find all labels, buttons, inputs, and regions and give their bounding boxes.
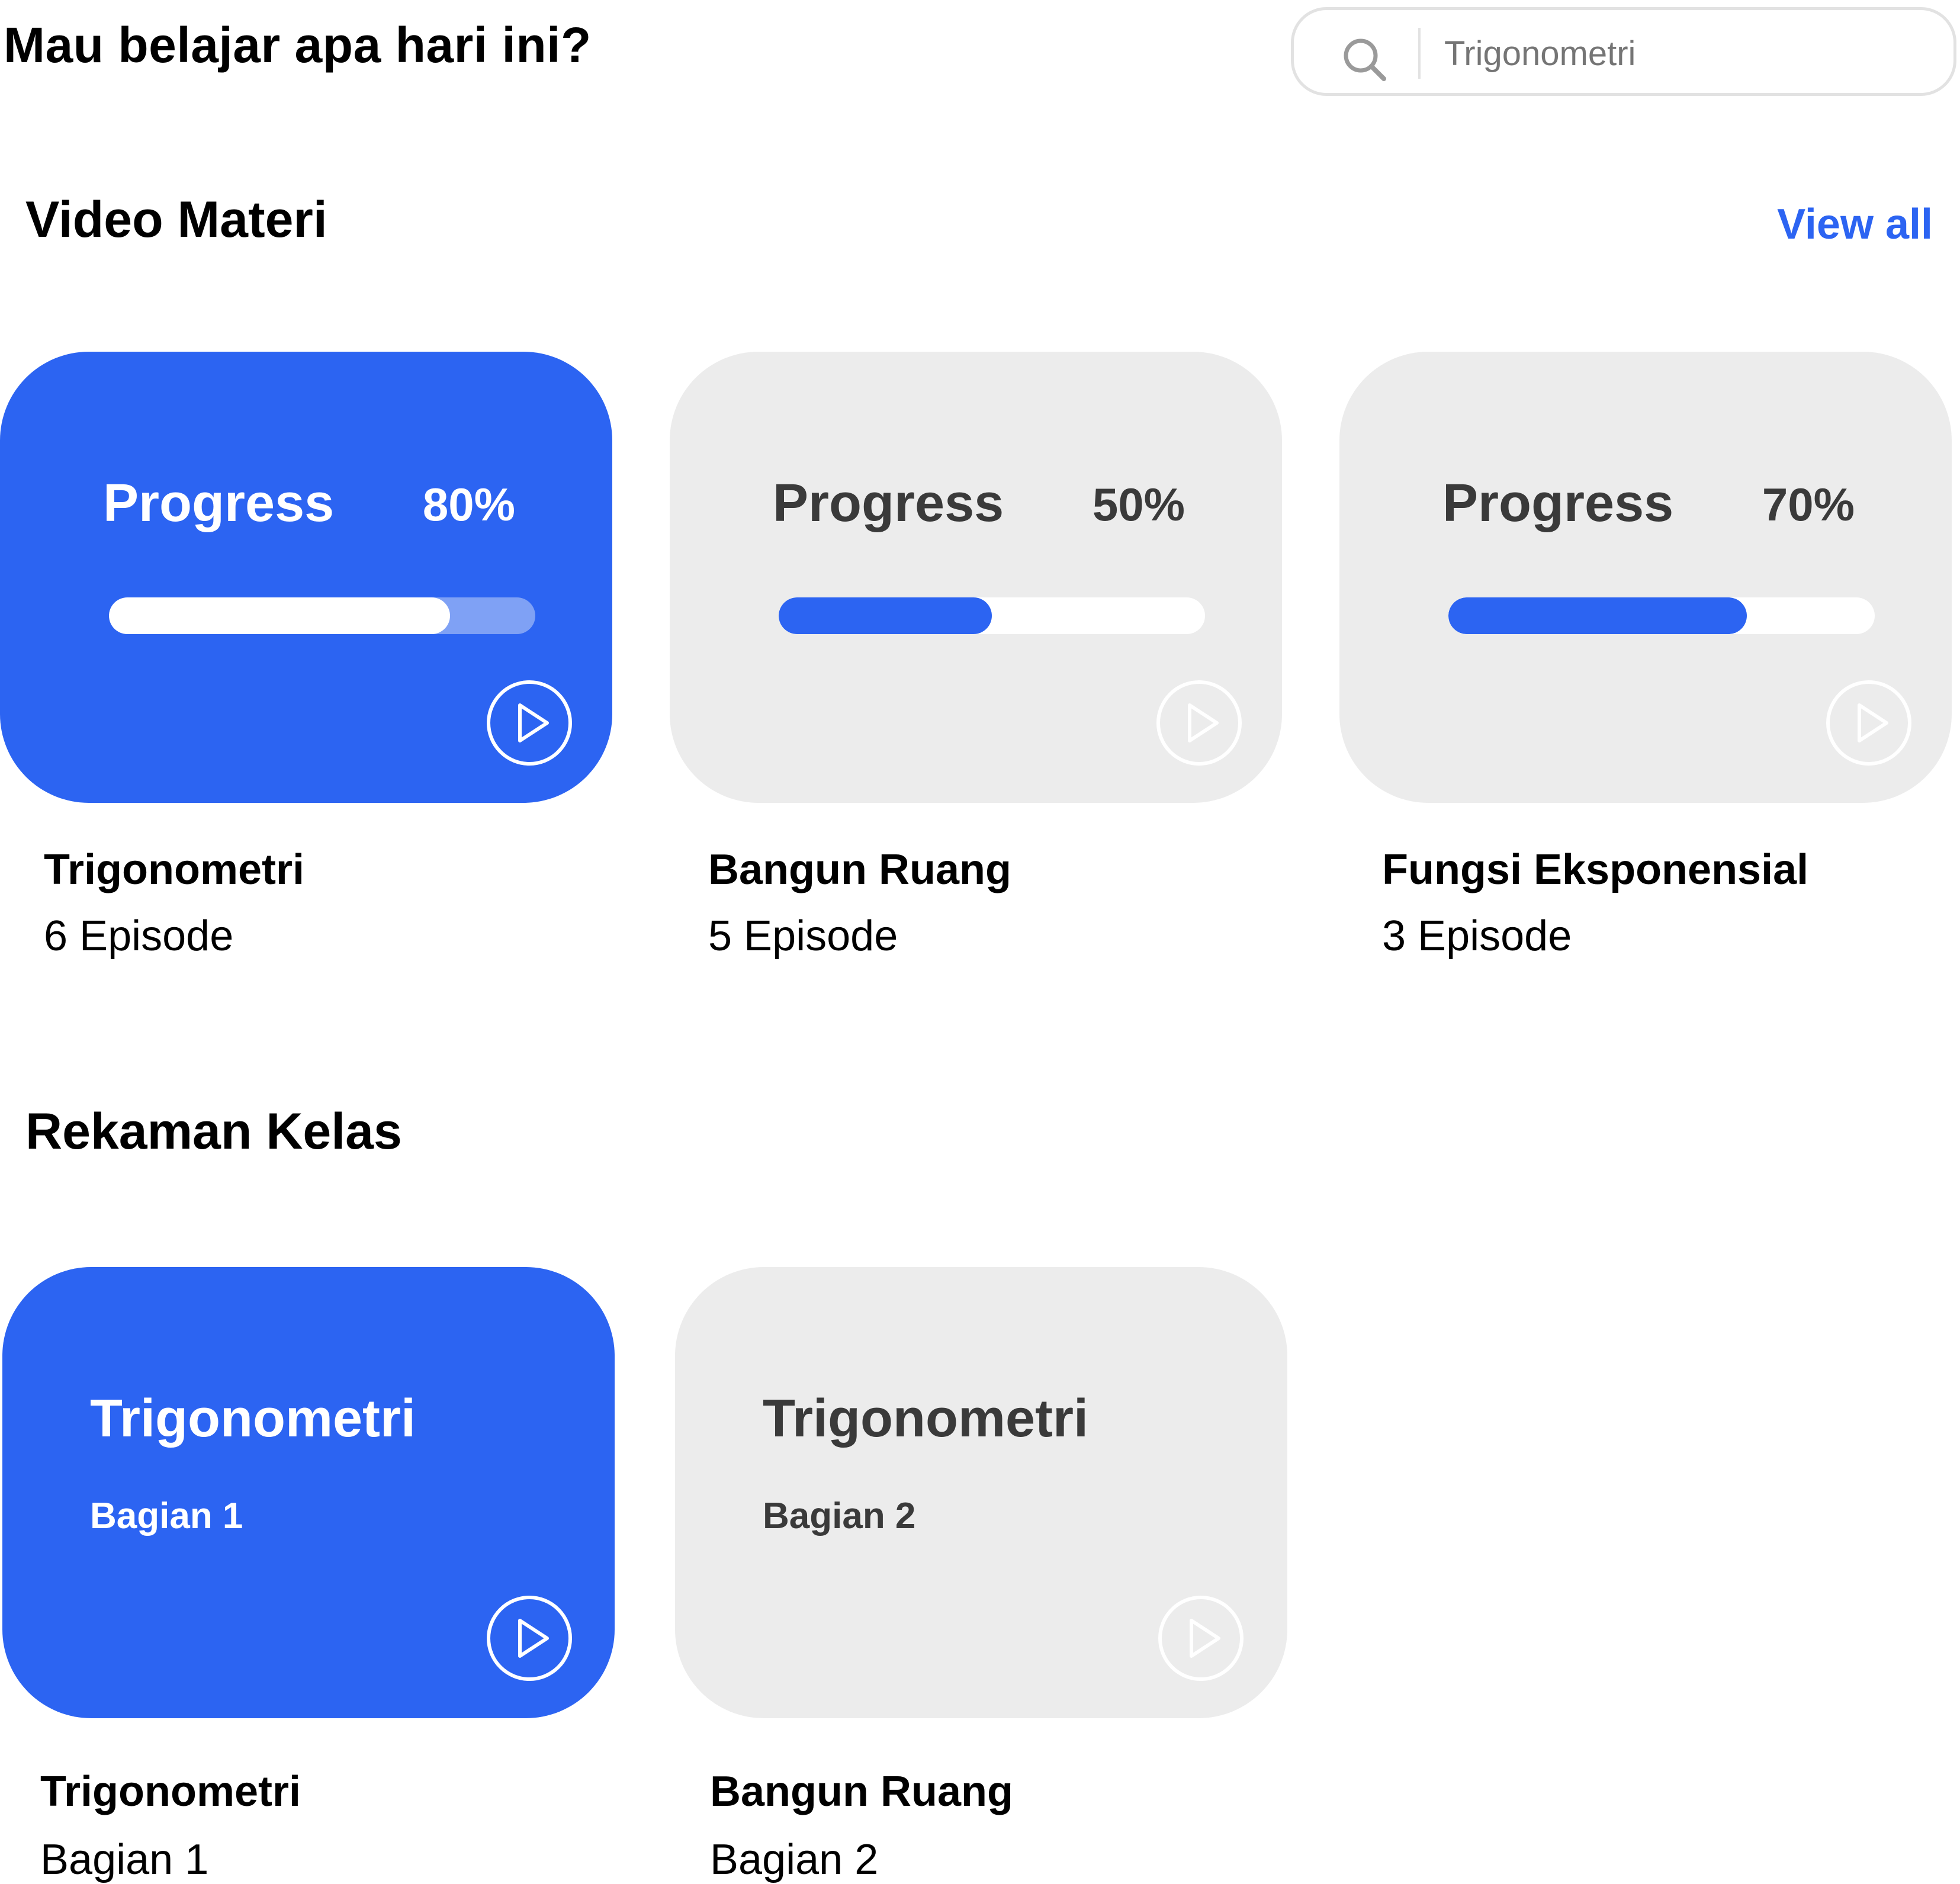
video-card-episodes: 6 Episode [44, 912, 234, 960]
video-card-episodes: 3 Episode [1382, 912, 1572, 960]
recording-card-subtitle: Bagian 2 [710, 1836, 879, 1883]
play-icon[interactable] [486, 1594, 573, 1682]
recording-card-bagian-1[interactable]: Trigonometri Bagian 1 [2, 1267, 615, 1718]
search-divider [1418, 28, 1421, 79]
video-card-title: Fungsi Eksponensial [1382, 846, 1809, 893]
progress-label: Progress [1442, 474, 1674, 533]
progress-label: Progress [103, 474, 335, 533]
video-card-bangun-ruang[interactable]: Progress 50% [670, 352, 1282, 803]
search-bar[interactable] [1291, 7, 1956, 96]
video-section-title: Video Materi [25, 191, 327, 248]
video-card-title: Bangun Ruang [708, 846, 1011, 893]
recording-card-bagian-2[interactable]: Trigonometri Bagian 2 [675, 1267, 1287, 1718]
play-icon[interactable] [1825, 679, 1913, 767]
recording-card-title: Bangun Ruang [710, 1768, 1013, 1815]
view-all-link[interactable]: View all [1777, 200, 1933, 249]
progress-label: Progress [773, 474, 1004, 533]
page-title: Mau belajar apa hari ini? [4, 17, 592, 73]
recording-card-part: Bagian 1 [90, 1496, 243, 1536]
progress-fill [1448, 597, 1747, 634]
search-icon [1344, 38, 1386, 81]
progress-value: 50% [1092, 478, 1185, 531]
recording-card-heading: Trigonometri [763, 1389, 1089, 1448]
video-card-episodes: 5 Episode [708, 912, 898, 960]
recording-card-title: Trigonometri [40, 1768, 301, 1815]
video-card-title: Trigonometri [44, 846, 305, 893]
play-icon[interactable] [1157, 1594, 1245, 1682]
progress-fill [109, 597, 450, 634]
progress-value: 70% [1762, 478, 1855, 531]
search-input[interactable] [1444, 28, 1930, 79]
progress-track [109, 597, 535, 634]
play-icon[interactable] [486, 679, 573, 767]
play-icon[interactable] [1155, 679, 1243, 767]
recording-card-heading: Trigonometri [90, 1389, 416, 1448]
recording-section-title: Rekaman Kelas [25, 1103, 402, 1160]
recording-card-part: Bagian 2 [763, 1496, 916, 1536]
progress-track [1448, 597, 1875, 634]
progress-value: 80% [422, 478, 515, 531]
video-card-fungsi-eksponensial[interactable]: Progress 70% [1339, 352, 1952, 803]
progress-track [779, 597, 1205, 634]
video-card-trigonometri[interactable]: Progress 80% [0, 352, 612, 803]
recording-card-subtitle: Bagian 1 [40, 1836, 209, 1883]
progress-fill [779, 597, 992, 634]
